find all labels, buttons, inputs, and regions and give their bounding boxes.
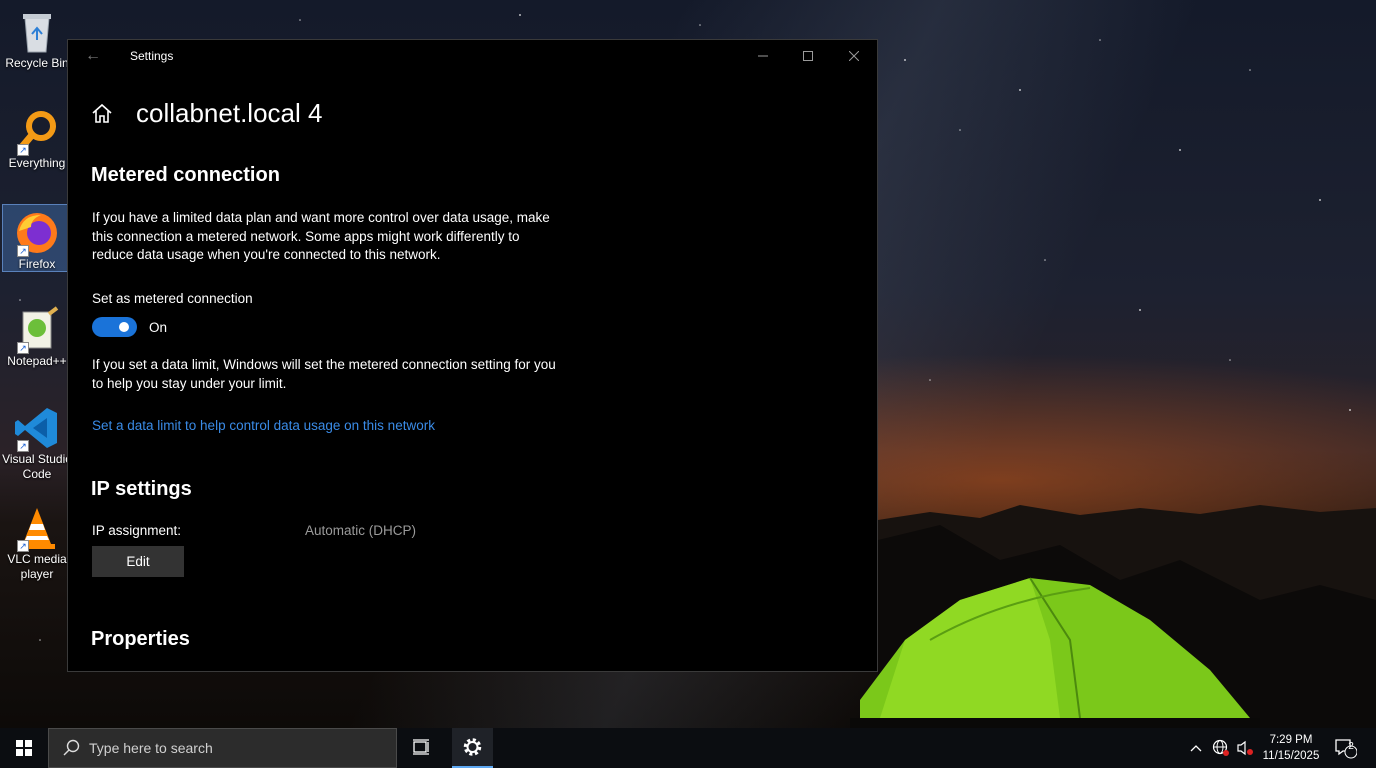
metered-connection-toggle[interactable] [92,317,137,337]
desktop-icon-notepad-plus-plus[interactable]: ↗ Notepad++ [2,302,72,374]
gear-icon [463,738,482,756]
recycle-bin-icon [13,8,61,56]
ip-settings-heading: IP settings [91,478,192,500]
close-icon [848,50,860,62]
settings-window: ← Settings collabnet.local 4 Metered con… [67,39,878,672]
properties-heading: Properties [91,628,190,650]
desktop-icon-everything[interactable]: ↗ Everything [2,104,72,176]
desktop-icon-label: Everything [8,156,66,170]
page-header: collabnet.local 4 [90,98,322,129]
toggle-knob [119,322,129,332]
show-hidden-icons-button[interactable] [1186,728,1206,768]
magnifier-icon: ↗ [13,108,61,156]
globe-network-icon [1212,739,1229,756]
vlc-cone-icon: ↗ [13,504,61,552]
desktop-icon-label: Firefox [18,257,56,271]
shortcut-arrow-icon: ↗ [17,144,29,156]
home-icon[interactable] [90,102,114,126]
notepad-plus-plus-icon: ↗ [13,306,61,354]
window-title: Settings [130,49,174,63]
desktop-icon-label: Recycle Bin [5,56,69,70]
minimize-icon [758,55,768,57]
shortcut-arrow-icon: ↗ [17,245,29,257]
desktop-icon-label: VLC media player [7,552,67,581]
desktop-icon-vscode[interactable]: ↗ Visual Studio Code [2,400,72,486]
metered-connection-heading: Metered connection [91,164,280,186]
search-icon [63,739,80,756]
action-center-button[interactable]: 2 [1330,728,1360,768]
search-placeholder: Type here to search [89,740,213,756]
desktop-icon-label: Visual Studio Code [2,452,72,481]
ip-assignment-label: IP assignment: [92,523,182,538]
settings-taskbar-button[interactable] [452,728,493,768]
back-arrow-icon: ← [85,47,101,64]
data-limit-note: If you set a data limit, Windows will se… [92,357,556,391]
start-button[interactable] [0,728,48,768]
ip-edit-button[interactable]: Edit [92,546,184,577]
volume-tray-button[interactable] [1234,728,1256,768]
maximize-icon [803,51,813,61]
windows-logo-icon [16,740,32,756]
window-titlebar[interactable]: ← Settings [68,40,877,72]
clock-time: 7:29 PM [1269,734,1313,746]
metered-toggle-label: Set as metered connection [92,291,253,306]
notification-count-badge: 2 [1348,741,1354,752]
metered-description: If you have a limited data plan and want… [92,210,550,262]
minimize-button[interactable] [740,40,786,72]
task-view-icon [413,739,429,755]
maximize-button[interactable] [785,40,831,72]
vscode-icon: ↗ [13,404,61,452]
ip-assignment-value: Automatic (DHCP) [305,523,417,538]
set-data-limit-link[interactable]: Set a data limit to help control data us… [92,418,435,433]
chevron-up-icon [1190,745,1202,752]
taskbar-clock[interactable]: 7:29 PM 11/15/2025 [1256,732,1326,764]
task-view-button[interactable] [403,728,439,768]
firefox-icon: ↗ [13,209,61,257]
desktop-icon-recycle-bin[interactable]: Recycle Bin [2,4,72,76]
shortcut-arrow-icon: ↗ [17,342,29,354]
shortcut-arrow-icon: ↗ [17,440,29,452]
clock-date: 11/15/2025 [1262,750,1320,762]
speaker-muted-icon [1237,740,1253,756]
desktop-icon-vlc[interactable]: ↗ VLC media player [2,500,72,586]
close-button[interactable] [831,40,877,72]
toggle-state-text: On [149,320,168,335]
back-button[interactable]: ← [78,44,108,68]
shortcut-arrow-icon: ↗ [17,540,29,552]
page-title: collabnet.local 4 [136,98,323,128]
network-tray-button[interactable] [1210,728,1232,768]
desktop-icon-firefox[interactable]: ↗ Firefox [2,204,72,272]
desktop-icon-label: Notepad++ [7,354,67,368]
taskbar-search-box[interactable]: Type here to search [48,728,397,768]
taskbar: Type here to search 7:29 PM 11/15/2025 2 [0,728,1376,768]
